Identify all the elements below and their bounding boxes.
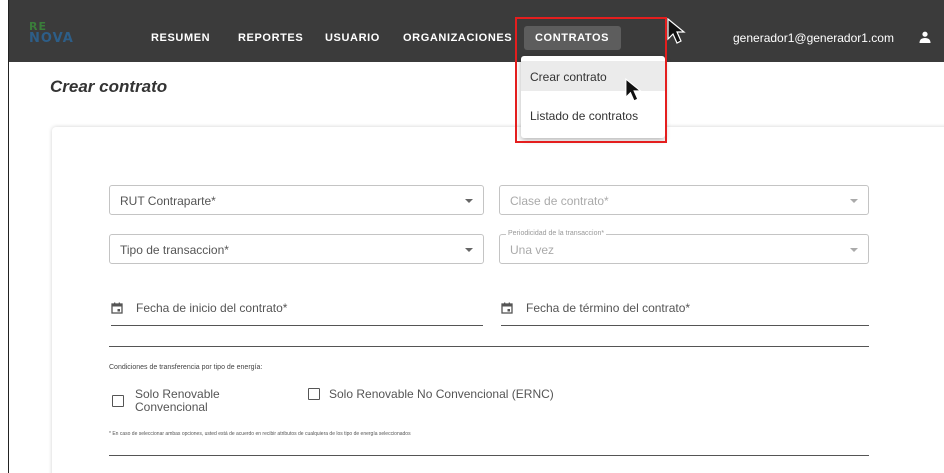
solo-renovable-convencional-label[interactable]: Solo Renovable Convencional	[135, 388, 220, 414]
tipo-transaccion-select[interactable]: Tipo de transaccion*	[109, 234, 484, 264]
solo-renovable-no-convencional-checkbox[interactable]	[308, 388, 320, 400]
fecha-inicio-field[interactable]: Fecha de inicio del contrato*	[111, 300, 483, 326]
calendar-icon[interactable]	[111, 302, 123, 314]
solo-renovable-no-convencional-label[interactable]: Solo Renovable No Convencional (ERNC)	[329, 388, 554, 401]
chevron-down-icon	[850, 199, 858, 203]
logo[interactable]: RE NOVA	[29, 21, 91, 51]
app-frame: RE NOVA RESUMEN REPORTES USUARIO ORGANIZ…	[8, 0, 944, 473]
periodicidad-legend: Periodicidad de la transaccion*	[506, 230, 607, 237]
clase-contrato-placeholder: Clase de contrato*	[510, 194, 609, 208]
fecha-termino-placeholder: Fecha de término del contrato*	[526, 301, 691, 315]
person-icon[interactable]	[919, 31, 931, 43]
logo-line-2: NOVA	[29, 31, 74, 46]
solo-renovable-convencional-checkbox[interactable]	[112, 395, 124, 407]
section-divider	[109, 346, 869, 347]
condiciones-label: Condiciones de transferencia por tipo de…	[109, 364, 263, 371]
top-navbar: RE NOVA RESUMEN REPORTES USUARIO ORGANIZ…	[9, 0, 944, 62]
chevron-down-icon	[465, 199, 473, 203]
nav-reportes[interactable]: REPORTES	[238, 32, 303, 44]
section-divider-bottom	[109, 455, 869, 456]
fecha-inicio-placeholder: Fecha de inicio del contrato*	[136, 301, 288, 315]
rut-contraparte-select[interactable]: RUT Contraparte*	[109, 185, 484, 215]
periodicidad-select[interactable]: Periodicidad de la transaccion* Una vez	[499, 230, 869, 264]
fecha-termino-field[interactable]: Fecha de término del contrato*	[501, 300, 869, 326]
mouse-pointer-icon	[667, 18, 686, 44]
calendar-icon[interactable]	[501, 302, 513, 314]
energy-note: * En caso de seleccionar ambas opciones,…	[109, 431, 411, 437]
chevron-down-icon	[850, 248, 858, 252]
user-email[interactable]: generador1@generador1.com	[733, 31, 894, 45]
periodicidad-value: Una vez	[510, 243, 555, 257]
page-title: Crear contrato	[50, 77, 168, 96]
mouse-pointer-icon	[625, 78, 642, 102]
clase-contrato-select[interactable]: Clase de contrato*	[499, 185, 869, 215]
nav-organizaciones[interactable]: ORGANIZACIONES	[403, 32, 512, 44]
nav-usuario[interactable]: USUARIO	[325, 32, 380, 44]
chevron-down-icon	[465, 248, 473, 252]
rut-contraparte-placeholder: RUT Contraparte*	[120, 194, 216, 208]
checkbox-1-label-line-2: Convencional	[135, 400, 208, 414]
tipo-transaccion-placeholder: Tipo de transaccion*	[120, 243, 229, 257]
nav-resumen[interactable]: RESUMEN	[151, 32, 210, 44]
